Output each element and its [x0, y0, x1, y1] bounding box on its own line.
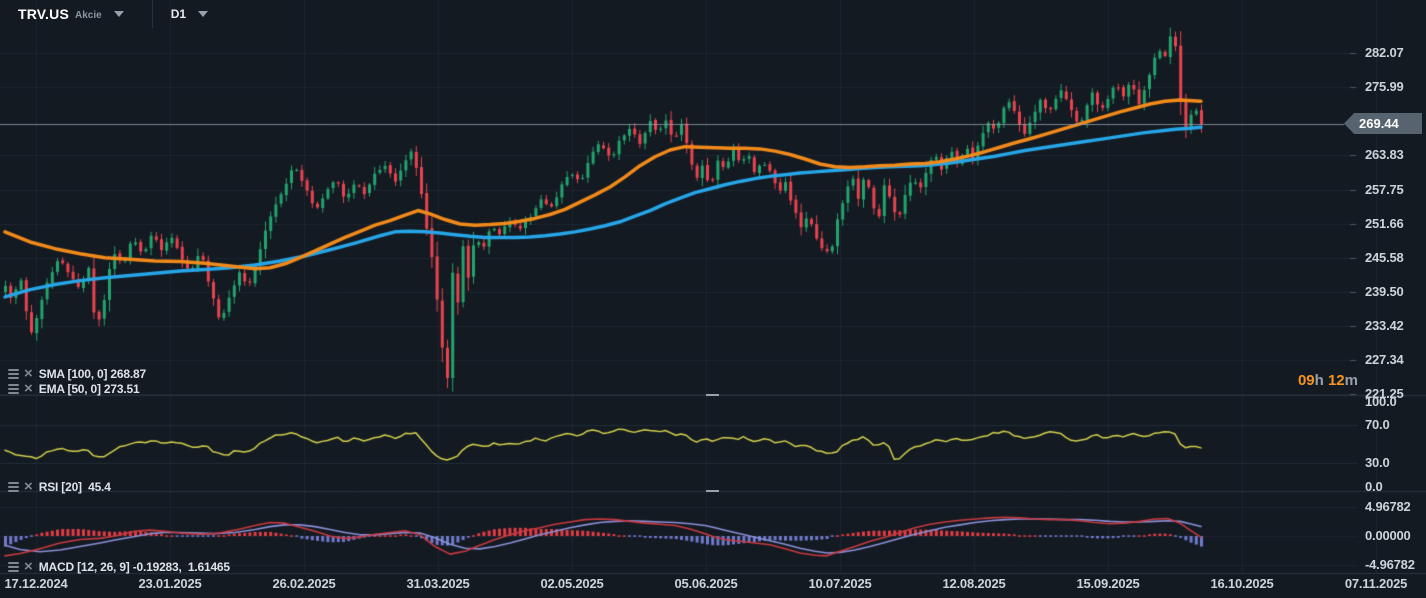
date-axis-label: 17.12.2024	[4, 576, 67, 591]
indicator-settings-icon[interactable]	[8, 562, 19, 572]
price-axis-label: 239.50	[1365, 284, 1404, 299]
date-axis-label: 05.06.2025	[674, 576, 737, 591]
countdown-hours: 09	[1298, 372, 1315, 389]
symbol-selector[interactable]: TRV.US Akcie	[0, 0, 124, 28]
sma-legend-label: SMA [100, 0] 268.87	[39, 367, 146, 381]
date-axis-label: 16.10.2025	[1210, 576, 1273, 591]
chevron-down-icon	[114, 11, 124, 17]
timeframe-selector[interactable]: D1	[153, 0, 208, 28]
countdown-minutes: 12	[1328, 372, 1345, 389]
trading-chart-app: TRV.US Akcie D1 × SMA [100, 0] 268.87 × …	[0, 0, 1426, 598]
rsi-axis-label: 100.0	[1365, 394, 1397, 409]
macd-axis-label: 4.96782	[1365, 499, 1411, 514]
indicator-remove-icon[interactable]: ×	[24, 480, 33, 493]
chart-canvas[interactable]	[0, 0, 1426, 598]
indicator-remove-icon[interactable]: ×	[24, 560, 33, 573]
macd-axis-label: -4.96782	[1365, 557, 1415, 572]
symbol-name: TRV.US	[18, 6, 69, 22]
date-axis-label: 07.11.2025	[1345, 576, 1407, 591]
date-axis-label: 15.09.2025	[1076, 576, 1139, 591]
date-axis-label: 31.03.2025	[406, 576, 469, 591]
indicator-settings-icon[interactable]	[8, 482, 19, 492]
chart-header: TRV.US Akcie D1	[0, 0, 208, 28]
date-axis-label: 26.02.2025	[272, 576, 335, 591]
price-axis-label: 282.07	[1365, 45, 1404, 60]
rsi-axis-label: 30.0	[1365, 455, 1390, 470]
price-axis-label: 275.99	[1365, 79, 1404, 94]
countdown-minutes-unit: m	[1345, 372, 1358, 389]
rsi-pane-resize-handle[interactable]	[706, 394, 719, 396]
macd-indicator-legend: × MACD [12, 26, 9] -0.19283, 1.61465	[8, 559, 230, 574]
timeframe-label: D1	[171, 7, 186, 21]
indicator-settings-icon[interactable]	[8, 384, 19, 394]
date-axis-label: 23.01.2025	[138, 576, 201, 591]
date-axis-label: 10.07.2025	[808, 576, 871, 591]
chevron-down-icon	[198, 11, 208, 17]
macd-legend-label: MACD [12, 26, 9] -0.19283, 1.61465	[39, 560, 230, 574]
indicator-remove-icon[interactable]: ×	[24, 367, 33, 380]
rsi-axis-label: 0.0	[1365, 479, 1382, 494]
indicator-settings-icon[interactable]	[8, 369, 19, 379]
macd-axis-label: 0.00000	[1365, 528, 1411, 543]
price-axis-label: 257.75	[1365, 182, 1404, 197]
indicator-remove-icon[interactable]: ×	[24, 382, 33, 395]
rsi-axis-label: 70.0	[1365, 417, 1390, 432]
price-axis-label: 251.66	[1365, 216, 1404, 231]
price-axis-label: 227.34	[1365, 352, 1404, 367]
current-price-badge: 269.44	[1344, 113, 1422, 134]
date-axis-label: 02.05.2025	[540, 576, 603, 591]
price-axis-label: 233.42	[1365, 318, 1404, 333]
symbol-market-label: Akcie	[75, 10, 102, 21]
rsi-legend-label: RSI [20] 45.4	[39, 480, 111, 494]
candle-countdown: 09h 12m	[1278, 372, 1358, 389]
price-axis-label: 263.83	[1365, 147, 1404, 162]
sma-indicator-legend: × SMA [100, 0] 268.87	[8, 366, 146, 381]
macd-pane-resize-handle[interactable]	[706, 490, 719, 492]
date-axis-label: 12.08.2025	[942, 576, 1005, 591]
price-axis-label: 245.58	[1365, 250, 1404, 265]
ema-indicator-legend: × EMA [50, 0] 273.51	[8, 381, 139, 396]
rsi-indicator-legend: × RSI [20] 45.4	[8, 479, 111, 494]
countdown-hours-unit: h	[1315, 372, 1324, 389]
ema-legend-label: EMA [50, 0] 273.51	[39, 382, 140, 396]
